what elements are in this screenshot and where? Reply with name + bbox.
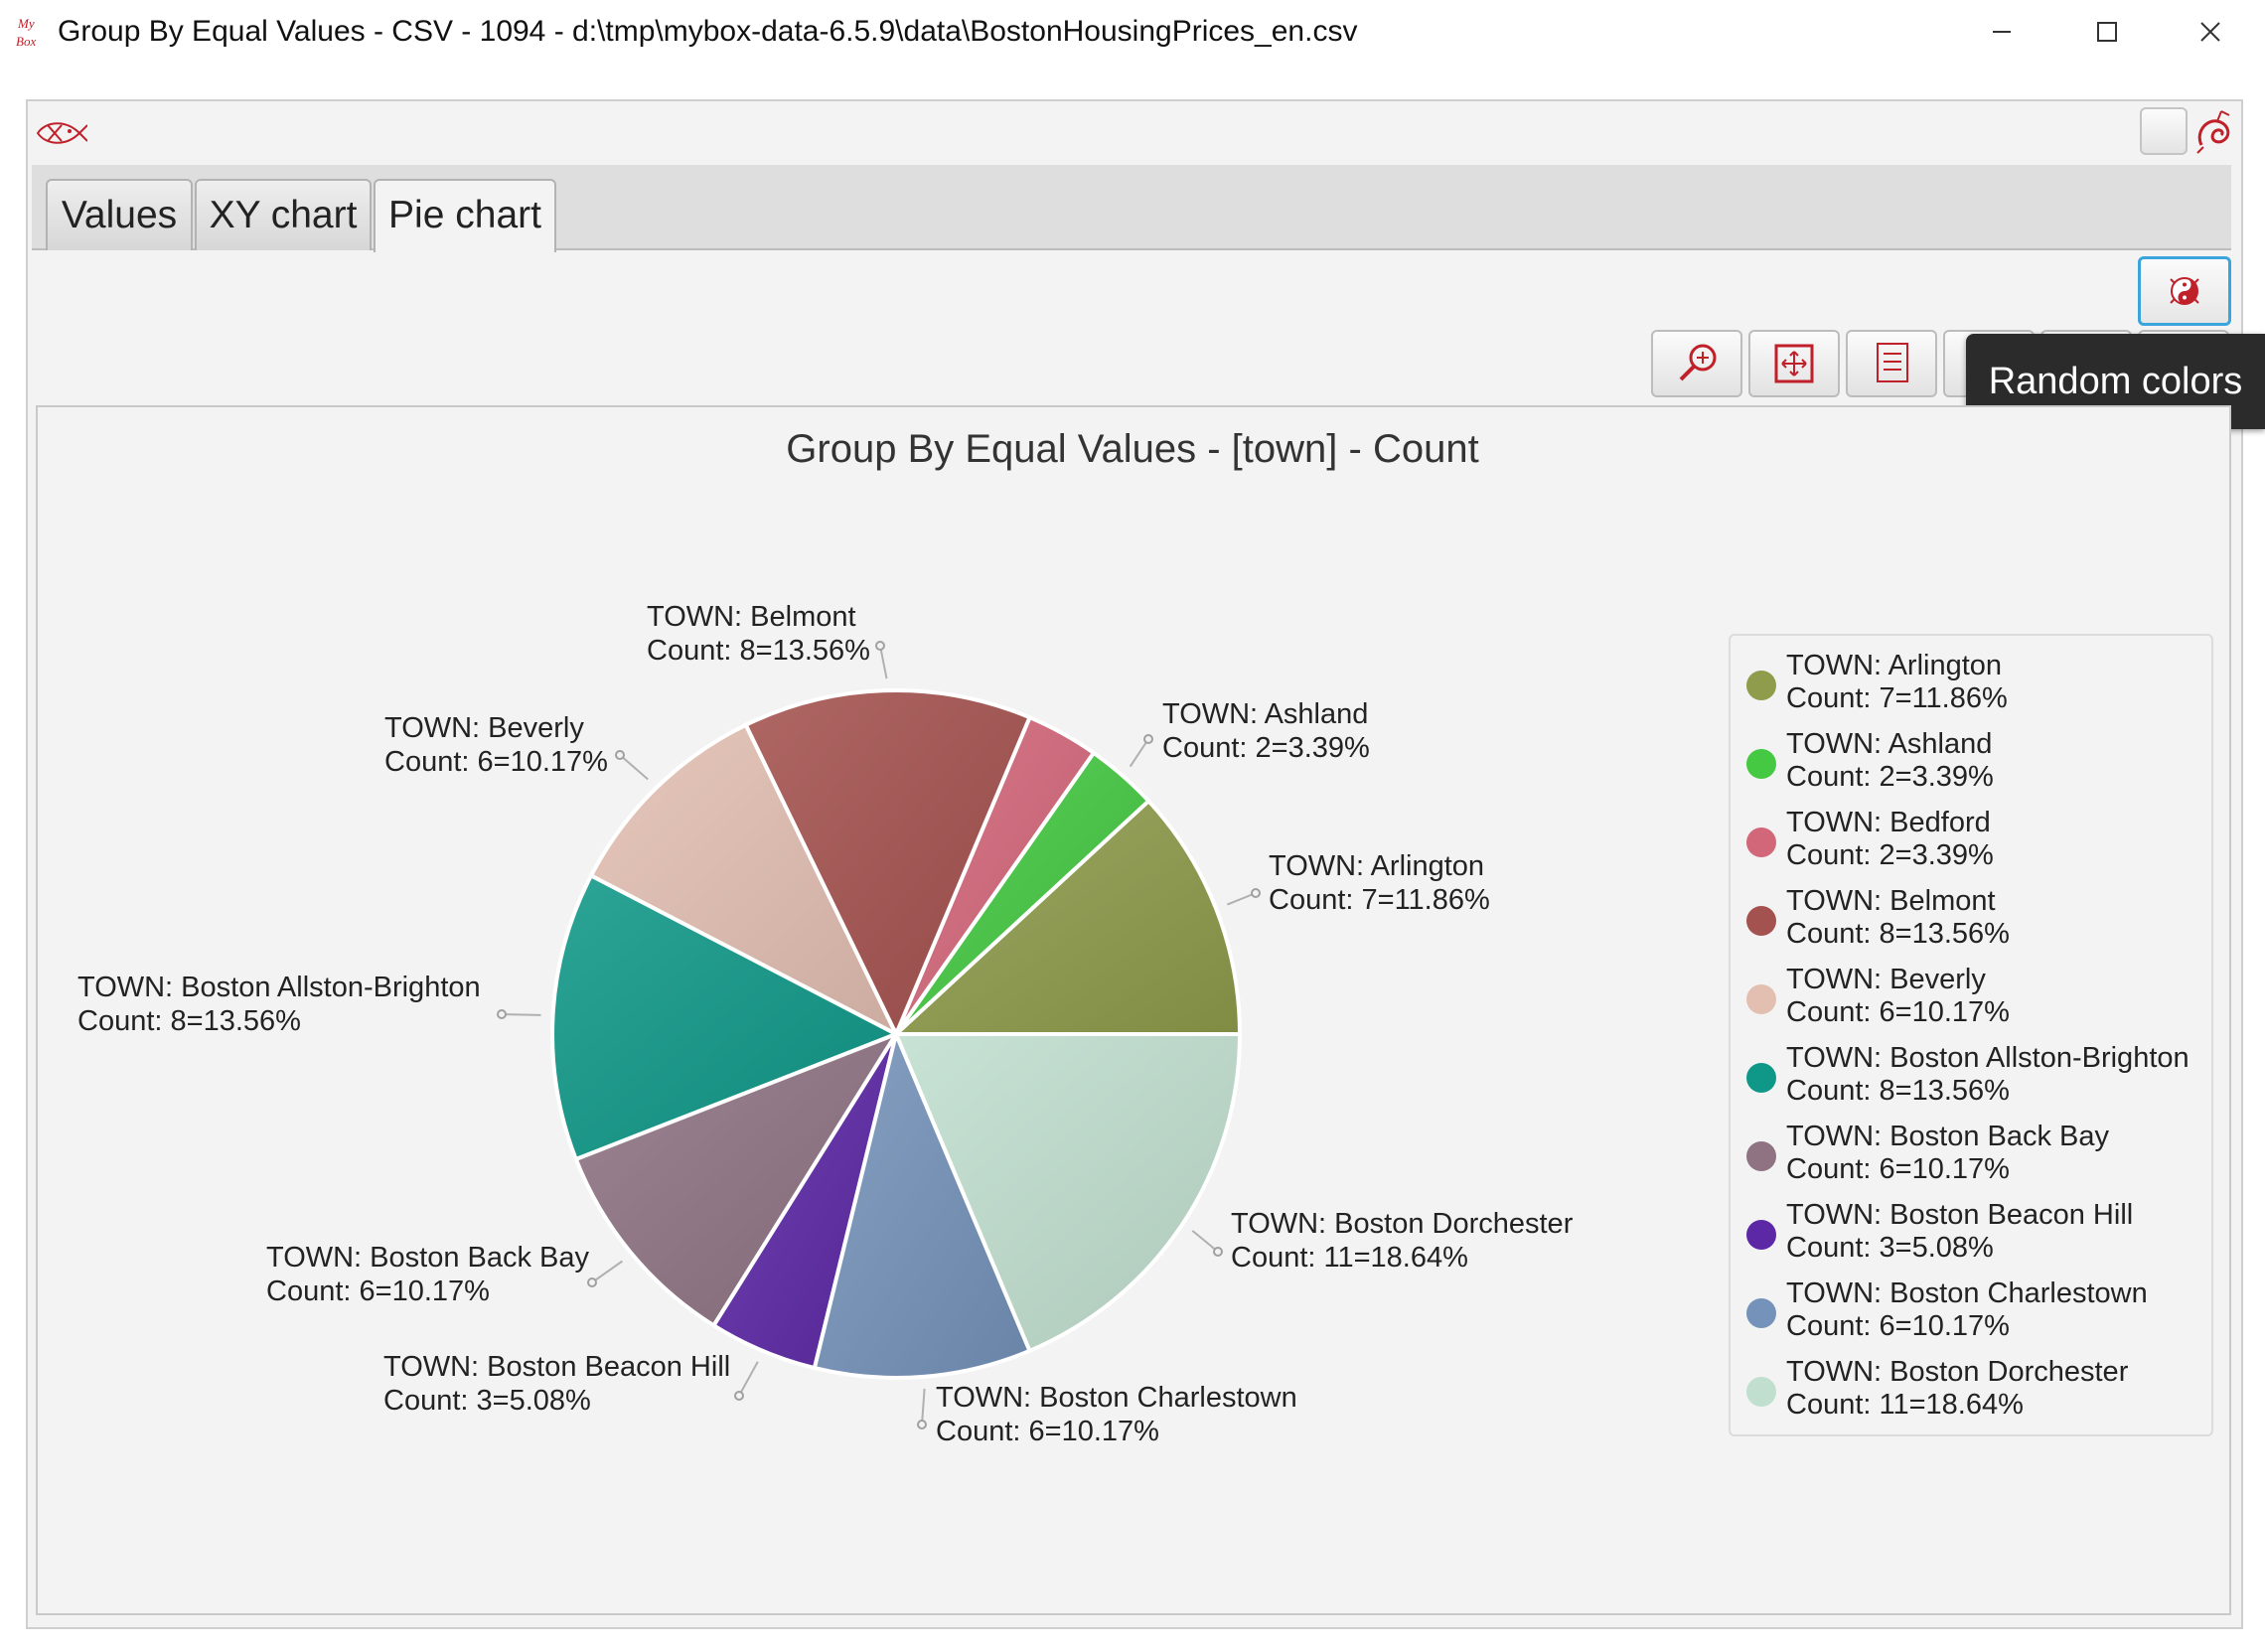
leader-dot — [875, 641, 885, 651]
leader-line — [619, 754, 649, 781]
slice-label: TOWN: Boston Charlestown Count: 6=10.17% — [936, 1382, 1297, 1447]
leader-dot — [734, 1391, 744, 1401]
legend-swatch — [1746, 827, 1776, 857]
legend-item[interactable]: TOWN: Boston Allston-Brighton Count: 8=1… — [1746, 1042, 2203, 1112]
legend-swatch — [1746, 671, 1776, 700]
leader-dot — [1143, 734, 1153, 744]
slice-label: TOWN: Arlington Count: 7=11.86% — [1269, 850, 1490, 916]
slice-label: TOWN: Ashland Count: 2=3.39% — [1162, 698, 1370, 764]
leader-line — [738, 1361, 759, 1397]
legend-item[interactable]: TOWN: Belmont Count: 8=13.56% — [1746, 885, 2203, 955]
leader-dot — [587, 1277, 597, 1287]
legend-item[interactable]: TOWN: Boston Dorchester Count: 11=18.64% — [1746, 1356, 2203, 1426]
legend-swatch — [1746, 1220, 1776, 1250]
legend-item[interactable]: TOWN: Boston Beacon Hill Count: 3=5.08% — [1746, 1199, 2203, 1269]
legend-label: TOWN: Ashland Count: 2=3.39% — [1786, 728, 1994, 793]
leader-dot — [1213, 1247, 1223, 1257]
leader-dot — [615, 750, 625, 760]
legend-item[interactable]: TOWN: Beverly Count: 6=10.17% — [1746, 964, 2203, 1033]
leader-dot — [497, 1009, 507, 1019]
legend-label: TOWN: Belmont Count: 8=13.56% — [1786, 885, 2010, 950]
legend-item[interactable]: TOWN: Arlington Count: 7=11.86% — [1746, 650, 2203, 719]
legend-label: TOWN: Boston Charlestown Count: 6=10.17% — [1786, 1277, 2148, 1342]
legend-item[interactable]: TOWN: Bedford Count: 2=3.39% — [1746, 807, 2203, 876]
slice-label: TOWN: Boston Allston-Brighton Count: 8=13… — [77, 972, 481, 1037]
leader-line — [591, 1260, 623, 1283]
legend-label: TOWN: Arlington Count: 7=11.86% — [1786, 650, 2008, 714]
legend-swatch — [1746, 984, 1776, 1014]
slice-label: TOWN: Beverly Count: 6=10.17% — [384, 712, 608, 778]
legend-label: TOWN: Boston Back Bay Count: 6=10.17% — [1786, 1121, 2110, 1185]
leader-dot — [1251, 888, 1261, 898]
slice-label: TOWN: Boston Dorchester Count: 11=18.64% — [1231, 1208, 1574, 1274]
legend-label: TOWN: Boston Allston-Brighton Count: 8=1… — [1786, 1042, 2190, 1107]
legend-item[interactable]: TOWN: Boston Back Bay Count: 6=10.17% — [1746, 1121, 2203, 1190]
leader-line — [921, 1388, 926, 1426]
slice-label: TOWN: Boston Beacon Hill Count: 3=5.08% — [383, 1351, 730, 1417]
legend-swatch — [1746, 1377, 1776, 1407]
legend-label: TOWN: Bedford Count: 2=3.39% — [1786, 807, 1994, 871]
leader-line — [879, 645, 888, 679]
legend-swatch — [1746, 1141, 1776, 1171]
slice-label: TOWN: Belmont Count: 8=13.56% — [647, 601, 870, 667]
legend-swatch — [1746, 1298, 1776, 1328]
legend-label: TOWN: Beverly Count: 6=10.17% — [1786, 964, 2010, 1028]
slice-label: TOWN: Boston Back Bay Count: 6=10.17% — [266, 1242, 590, 1307]
leader-line — [501, 1013, 541, 1016]
legend-item[interactable]: TOWN: Boston Charlestown Count: 6=10.17% — [1746, 1277, 2203, 1347]
legend-swatch — [1746, 906, 1776, 936]
legend-swatch — [1746, 749, 1776, 779]
legend-label: TOWN: Boston Beacon Hill Count: 3=5.08% — [1786, 1199, 2134, 1264]
legend-item[interactable]: TOWN: Ashland Count: 2=3.39% — [1746, 728, 2203, 798]
legend-label: TOWN: Boston Dorchester Count: 11=18.64% — [1786, 1356, 2129, 1421]
leader-dot — [917, 1420, 927, 1429]
legend-swatch — [1746, 1063, 1776, 1093]
